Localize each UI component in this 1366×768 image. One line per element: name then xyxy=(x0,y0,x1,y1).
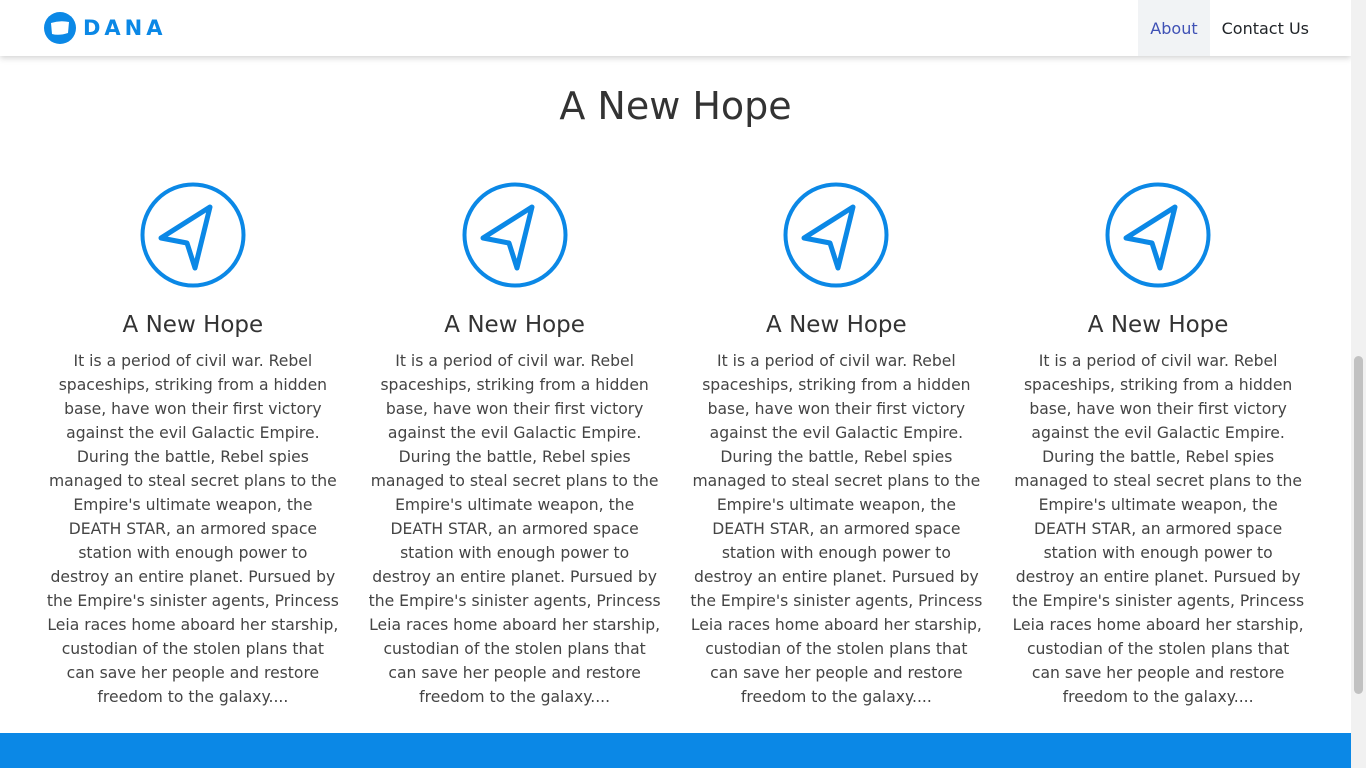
logo[interactable]: DANA xyxy=(43,11,167,45)
navigation-arrow-icon xyxy=(462,182,568,288)
navbar: DANA About Contact Us xyxy=(0,0,1351,56)
page-title: A New Hope xyxy=(559,84,792,128)
feature-card: A New Hope It is a period of civil war. … xyxy=(676,182,998,709)
card-title: A New Hope xyxy=(766,312,907,338)
navigation-arrow-icon xyxy=(783,182,889,288)
feature-card: A New Hope It is a period of civil war. … xyxy=(354,182,676,709)
card-text: It is a period of civil war. Rebel space… xyxy=(46,352,339,706)
nav-links: About Contact Us xyxy=(1138,0,1321,56)
card-text: It is a period of civil war. Rebel space… xyxy=(368,352,661,706)
card-title: A New Hope xyxy=(1087,312,1229,338)
vertical-scrollbar[interactable] xyxy=(1351,0,1366,768)
feature-card: A New Hope It is a period of civil war. … xyxy=(997,182,1319,709)
logo-mark-icon xyxy=(44,12,76,44)
page: DANA About Contact Us A New Hope A New H… xyxy=(0,0,1351,768)
card-title: A New Hope xyxy=(122,312,264,338)
navigation-arrow-icon xyxy=(140,182,246,288)
card-text: It is a period of civil war. Rebel space… xyxy=(1012,352,1305,706)
footer-band xyxy=(0,733,1351,768)
nav-about[interactable]: About xyxy=(1138,0,1210,56)
card-text: It is a period of civil war. Rebel space… xyxy=(690,352,983,706)
feature-cards: A New Hope It is a period of civil war. … xyxy=(32,182,1319,709)
navigation-arrow-icon xyxy=(1105,182,1211,288)
scrollbar-thumb[interactable] xyxy=(1354,356,1363,694)
nav-contact-us[interactable]: Contact Us xyxy=(1210,0,1321,56)
feature-card: A New Hope It is a period of civil war. … xyxy=(32,182,354,709)
logo-text: DANA xyxy=(83,16,167,40)
card-title: A New Hope xyxy=(444,312,585,338)
